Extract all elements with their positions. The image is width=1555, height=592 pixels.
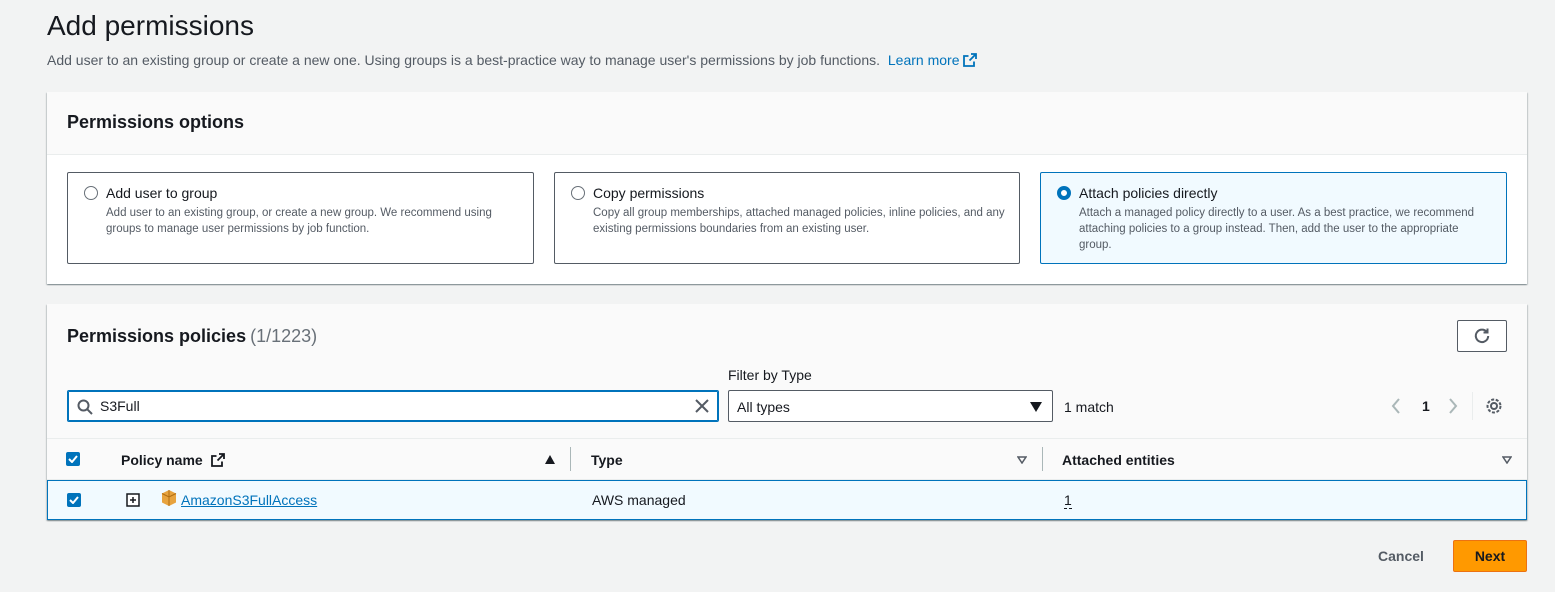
page-description-text: Add user to an existing group or create … (47, 52, 880, 68)
policies-title-text: Permissions policies (67, 326, 247, 346)
expand-icon[interactable] (126, 493, 140, 507)
pager-divider (1472, 392, 1473, 420)
permissions-options-header: Permissions options (47, 92, 1527, 155)
option-description: Attach a managed policy directly to a us… (1079, 207, 1475, 251)
policies-count: (1/1223) (250, 326, 318, 346)
radio-attach-policies-directly[interactable] (1057, 186, 1071, 200)
policy-type: AWS managed (592, 492, 686, 508)
filter-selected-value: All types (737, 399, 790, 415)
option-label: Attach policies directly (1079, 185, 1218, 201)
policy-search[interactable] (67, 390, 719, 422)
filter-by-type-select[interactable]: All types (728, 390, 1053, 422)
page-title: Add permissions (47, 10, 254, 41)
sort-icon[interactable] (1017, 456, 1027, 464)
policy-name-link[interactable]: AmazonS3FullAccess (181, 492, 317, 508)
check-icon (69, 496, 79, 504)
option-description: Copy all group memberships, attached man… (593, 207, 1005, 235)
attached-entities-count[interactable]: 1 (1064, 492, 1072, 509)
gear-icon[interactable] (1484, 396, 1504, 416)
cancel-button[interactable]: Cancel (1366, 541, 1436, 571)
managed-policy-icon (161, 490, 177, 506)
column-policy-name[interactable]: Policy name (121, 452, 225, 468)
chevron-left-icon[interactable] (1390, 397, 1402, 415)
external-link-icon[interactable] (963, 53, 978, 67)
sort-icon[interactable] (1502, 456, 1512, 464)
permissions-options-title: Permissions options (67, 112, 245, 132)
refresh-button[interactable] (1457, 320, 1507, 352)
match-count: 1 match (1064, 399, 1114, 415)
select-all-checkbox[interactable] (66, 452, 80, 466)
refresh-icon (1474, 328, 1490, 344)
search-input[interactable] (100, 395, 680, 417)
table-row[interactable]: AmazonS3FullAccess AWS managed 1 (47, 480, 1527, 520)
column-type[interactable]: Type (591, 452, 623, 468)
learn-more-label[interactable]: Learn more (888, 52, 960, 68)
permissions-options-panel: Permissions options Add user to group Ad… (47, 92, 1527, 284)
column-divider[interactable] (570, 447, 571, 471)
column-divider[interactable] (1042, 447, 1043, 471)
column-policy-name-label[interactable]: Policy name (121, 452, 203, 468)
option-label: Add user to group (106, 185, 218, 201)
filter-by-type-label: Filter by Type (728, 367, 812, 383)
radio-copy-permissions[interactable] (571, 186, 585, 200)
page-number[interactable]: 1 (1422, 398, 1430, 414)
option-add-user-to-group[interactable]: Add user to group Add user to an existin… (67, 172, 534, 264)
policies-table-header: Policy name Type Attached entities (47, 438, 1527, 480)
next-button[interactable]: Next (1453, 540, 1527, 572)
search-icon (77, 399, 93, 415)
page-description: Add user to an existing group or create … (47, 52, 978, 68)
row-checkbox[interactable] (67, 493, 81, 507)
permissions-policies-panel: Permissions policies(1/1223) Filter by T… (47, 304, 1527, 520)
clear-icon[interactable] (694, 398, 710, 414)
option-attach-policies-directly[interactable]: Attach policies directly Attach a manage… (1040, 172, 1507, 264)
option-description: Add user to an existing group, or create… (106, 207, 492, 235)
option-copy-permissions[interactable]: Copy permissions Copy all group membersh… (554, 172, 1020, 264)
check-icon (68, 455, 78, 463)
permissions-policies-title: Permissions policies (1/1223) (67, 326, 317, 347)
sort-ascending-icon[interactable] (545, 455, 555, 464)
learn-more-link[interactable]: Learn more (888, 52, 978, 68)
external-link-icon (210, 453, 225, 467)
caret-down-icon (1030, 402, 1042, 412)
option-label: Copy permissions (593, 185, 705, 201)
radio-add-user-to-group[interactable] (84, 186, 98, 200)
chevron-right-icon[interactable] (1447, 397, 1459, 415)
column-attached-entities[interactable]: Attached entities (1062, 452, 1175, 468)
